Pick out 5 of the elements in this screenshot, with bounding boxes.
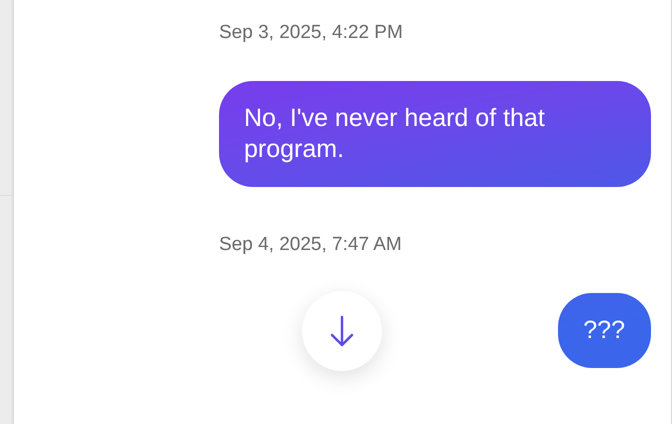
message-timestamp: Sep 4, 2025, 7:47 AM: [219, 233, 402, 257]
message-bubble: ???: [558, 293, 651, 368]
message-bubble: No, I've never heard of that program.: [219, 81, 651, 187]
message-timestamp: Sep 3, 2025, 4:22 PM: [219, 21, 403, 45]
arrow-down-icon: [329, 315, 355, 347]
